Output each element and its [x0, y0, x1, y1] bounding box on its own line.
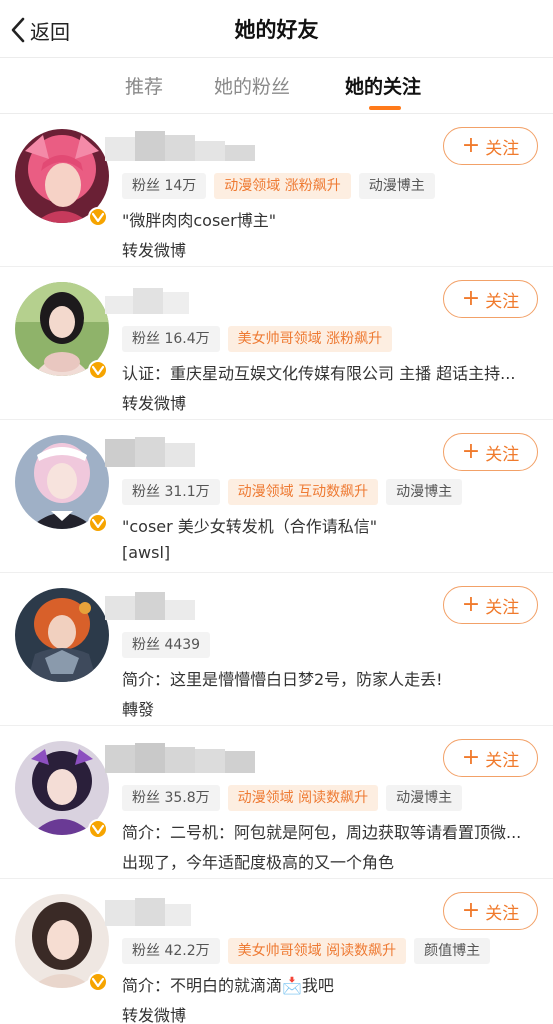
- follow-button[interactable]: + 关注: [443, 433, 538, 471]
- user-description: "微胖肉肉coser博主": [122, 211, 277, 230]
- fans-count-tag: 粉丝 31.1万: [122, 479, 220, 505]
- fans-count-tag: 粉丝 14万: [122, 173, 207, 199]
- fans-count-tag: 粉丝 16.4万: [122, 326, 220, 352]
- plus-icon: +: [461, 745, 481, 770]
- plus-icon: +: [461, 439, 481, 464]
- list-item[interactable]: + 关注 粉丝 31.1万 动漫领域 互动数飙升 动漫博主 "coser 美少女…: [0, 421, 553, 573]
- plus-icon: +: [461, 898, 481, 923]
- friends-page: 返回 她的好友 推荐 她的粉丝 她的关注 + 关注 粉丝 14万 动漫领域 涨粉…: [0, 0, 553, 1024]
- domain-tag[interactable]: 动漫领域 阅读数飙升: [227, 785, 379, 811]
- fans-count-tag: 粉丝 35.8万: [122, 785, 220, 811]
- user-description: 简介：不明白的就滴滴📩我吧: [122, 976, 334, 995]
- recent-activity: 转发微博: [122, 394, 187, 413]
- follow-label: 关注: [485, 291, 520, 312]
- role-tag: 动漫博主: [386, 479, 463, 505]
- username-blurred[interactable]: [105, 280, 270, 314]
- active-tab-indicator: [369, 106, 401, 110]
- domain-tag[interactable]: 美女帅哥领域 涨粉飙升: [227, 326, 393, 352]
- recent-activity: 转发微博: [122, 241, 187, 260]
- list-item[interactable]: + 关注 粉丝 16.4万 美女帅哥领域 涨粉飙升 认证：重庆星动互娱文化传媒有…: [0, 268, 553, 420]
- verified-badge-icon: [88, 972, 108, 992]
- list-item[interactable]: + 关注 粉丝 4439 简介：这里是懵懵懵白日梦2号，防家人走丢! 轉發: [0, 574, 553, 726]
- follow-button[interactable]: + 关注: [443, 280, 538, 318]
- tag-row: 粉丝 14万 动漫领域 涨粉飙升 动漫博主: [122, 173, 443, 199]
- role-tag: 颜值博主: [414, 938, 491, 964]
- username-blurred[interactable]: [105, 127, 270, 161]
- list-item[interactable]: + 关注 粉丝 35.8万 动漫领域 阅读数飙升 动漫博主 简介：二号机：阿包就…: [0, 727, 553, 879]
- tag-row: 粉丝 16.4万 美女帅哥领域 涨粉飙升: [122, 326, 400, 352]
- follow-label: 关注: [485, 750, 520, 771]
- domain-tag[interactable]: 美女帅哥领域 阅读数飙升: [227, 938, 407, 964]
- recent-activity: 出现了，今年适配度极高的又一个角色: [122, 853, 395, 872]
- list-item[interactable]: + 关注 粉丝 42.2万 美女帅哥领域 阅读数飙升 颜值博主 简介：不明白的就…: [0, 880, 553, 1024]
- user-description: "coser 美少女转发机（合作请私信": [122, 517, 378, 536]
- role-tag: 动漫博主: [358, 173, 435, 199]
- tab-her-following[interactable]: 她的关注: [345, 72, 421, 99]
- user-description: 简介：二号机：阿包就是阿包，周边获取等请看置顶微...: [122, 823, 522, 842]
- tab-bar: 推荐 她的粉丝 她的关注: [0, 58, 553, 114]
- user-description: 简介：这里是懵懵懵白日梦2号，防家人走丢!: [122, 670, 443, 689]
- domain-tag[interactable]: 动漫领域 涨粉飙升: [214, 173, 351, 199]
- tab-recommend[interactable]: 推荐: [125, 72, 163, 99]
- domain-tag[interactable]: 动漫领域 互动数飙升: [227, 479, 379, 505]
- tag-row: 粉丝 4439: [122, 632, 218, 658]
- follow-label: 关注: [485, 597, 520, 618]
- verified-badge-icon: [88, 513, 108, 533]
- follow-label: 关注: [485, 903, 520, 924]
- follow-button[interactable]: + 关注: [443, 739, 538, 777]
- avatar-armor-cosplay[interactable]: [15, 588, 109, 682]
- plus-icon: +: [461, 133, 481, 158]
- plus-icon: +: [461, 592, 481, 617]
- recent-activity: 轉發: [122, 700, 155, 719]
- list-item[interactable]: + 关注 粉丝 14万 动漫领域 涨粉飙升 动漫博主 "微胖肉肉coser博主"…: [0, 115, 553, 267]
- username-blurred[interactable]: [105, 739, 270, 773]
- user-description: 认证：重庆星动互娱文化传媒有限公司 主播 超话主持...: [122, 364, 516, 383]
- follow-button[interactable]: + 关注: [443, 127, 538, 165]
- tag-row: 粉丝 42.2万 美女帅哥领域 阅读数飙升 颜值博主: [122, 938, 498, 964]
- recent-activity: [awsl]: [122, 543, 171, 562]
- username-blurred[interactable]: [105, 433, 270, 467]
- follow-label: 关注: [485, 444, 520, 465]
- page-title: 她的好友: [234, 18, 319, 42]
- tab-her-fans[interactable]: 她的粉丝: [214, 72, 290, 99]
- tag-row: 粉丝 31.1万 动漫领域 互动数飙升 动漫博主: [122, 479, 470, 505]
- tag-row: 粉丝 35.8万 动漫领域 阅读数飙升 动漫博主: [122, 785, 470, 811]
- verified-badge-icon: [88, 819, 108, 839]
- verified-badge-icon: [88, 360, 108, 380]
- plus-icon: +: [461, 286, 481, 311]
- fans-count-tag: 粉丝 42.2万: [122, 938, 220, 964]
- role-tag: 动漫博主: [386, 785, 463, 811]
- username-blurred[interactable]: [105, 892, 270, 926]
- follow-label: 关注: [485, 138, 520, 159]
- follow-button[interactable]: + 关注: [443, 586, 538, 624]
- recent-activity: 转发微博: [122, 1006, 187, 1024]
- fans-count-tag: 粉丝 4439: [122, 632, 211, 658]
- username-blurred[interactable]: [105, 586, 270, 620]
- nav-bar: 返回 她的好友: [0, 0, 553, 58]
- follow-button[interactable]: + 关注: [443, 892, 538, 930]
- verified-badge-icon: [88, 207, 108, 227]
